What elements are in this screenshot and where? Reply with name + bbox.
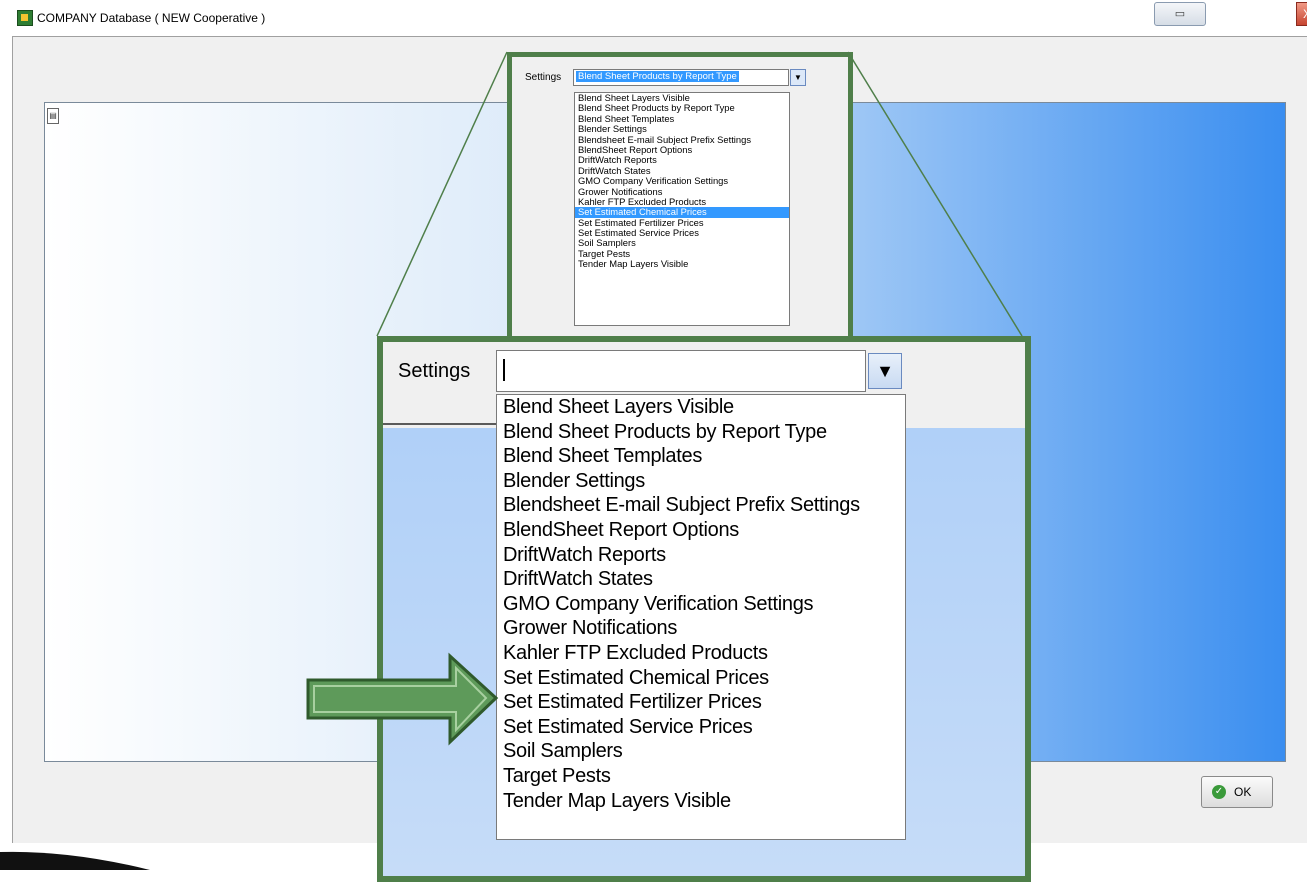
restore-button[interactable]: ▭	[1154, 2, 1206, 26]
settings-option[interactable]: Target Pests	[497, 764, 905, 789]
settings-option[interactable]: Soil Samplers	[497, 739, 905, 764]
settings-option[interactable]: Grower Notifications	[497, 616, 905, 641]
settings-option[interactable]: Blendsheet E-mail Subject Prefix Setting…	[497, 493, 905, 518]
green-arrow-icon	[306, 652, 499, 746]
text-caret	[503, 359, 505, 381]
settings-label: Settings	[398, 360, 471, 382]
settings-dropdown-small: Blend Sheet Layers Visible Blend Sheet Pr…	[574, 92, 790, 326]
settings-option[interactable]: Kahler FTP Excluded Products	[497, 641, 905, 666]
decorative-swoosh	[0, 851, 150, 870]
settings-option[interactable]: BlendSheet Report Options	[497, 518, 905, 543]
settings-option[interactable]: Set Estimated Fertilizer Prices	[497, 690, 905, 715]
ok-label: OK	[1234, 785, 1252, 799]
settings-option[interactable]: Blender Settings	[497, 469, 905, 494]
grid-icon: ▤	[47, 108, 59, 124]
settings-option[interactable]: Blend Sheet Products by Report Type	[497, 420, 905, 445]
settings-combo-small[interactable]: Blend Sheet Products by Report Type	[573, 69, 789, 86]
settings-option[interactable]: Tender Map Layers Visible	[497, 789, 905, 814]
settings-option[interactable]: Blend Sheet Templates	[497, 444, 905, 469]
app-icon	[17, 10, 33, 26]
settings-combo[interactable]	[496, 350, 866, 392]
settings-option[interactable]: Set Estimated Chemical Prices	[497, 666, 905, 691]
ok-button[interactable]: ✓ OK	[1201, 776, 1273, 808]
window-title: COMPANY Database ( NEW Cooperative )	[37, 11, 266, 25]
settings-option[interactable]: DriftWatch States	[497, 567, 905, 592]
settings-option[interactable]: GMO Company Verification Settings	[497, 592, 905, 617]
settings-option-small[interactable]: Blender Settings	[575, 123, 789, 134]
check-icon: ✓	[1212, 785, 1226, 799]
divider	[383, 423, 499, 425]
settings-option-small[interactable]: Tender Map Layers Visible	[575, 258, 789, 269]
settings-option[interactable]: Set Estimated Service Prices	[497, 715, 905, 740]
chevron-down-icon[interactable]: ▼	[868, 353, 902, 389]
settings-combo-value-small: Blend Sheet Products by Report Type	[576, 71, 739, 82]
settings-label-small: Settings	[525, 72, 562, 83]
settings-option[interactable]: DriftWatch Reports	[497, 543, 905, 568]
settings-dropdown: Blend Sheet Layers Visible Blend Sheet Pr…	[496, 394, 906, 840]
settings-option-small[interactable]: GMO Company Verification Settings	[575, 175, 789, 186]
close-button[interactable]: X	[1296, 2, 1307, 26]
settings-option[interactable]: Blend Sheet Layers Visible	[497, 395, 905, 420]
title-bar: COMPANY Database ( NEW Cooperative ) ▭ X	[0, 0, 1307, 36]
chevron-down-icon[interactable]: ▼	[790, 69, 806, 86]
